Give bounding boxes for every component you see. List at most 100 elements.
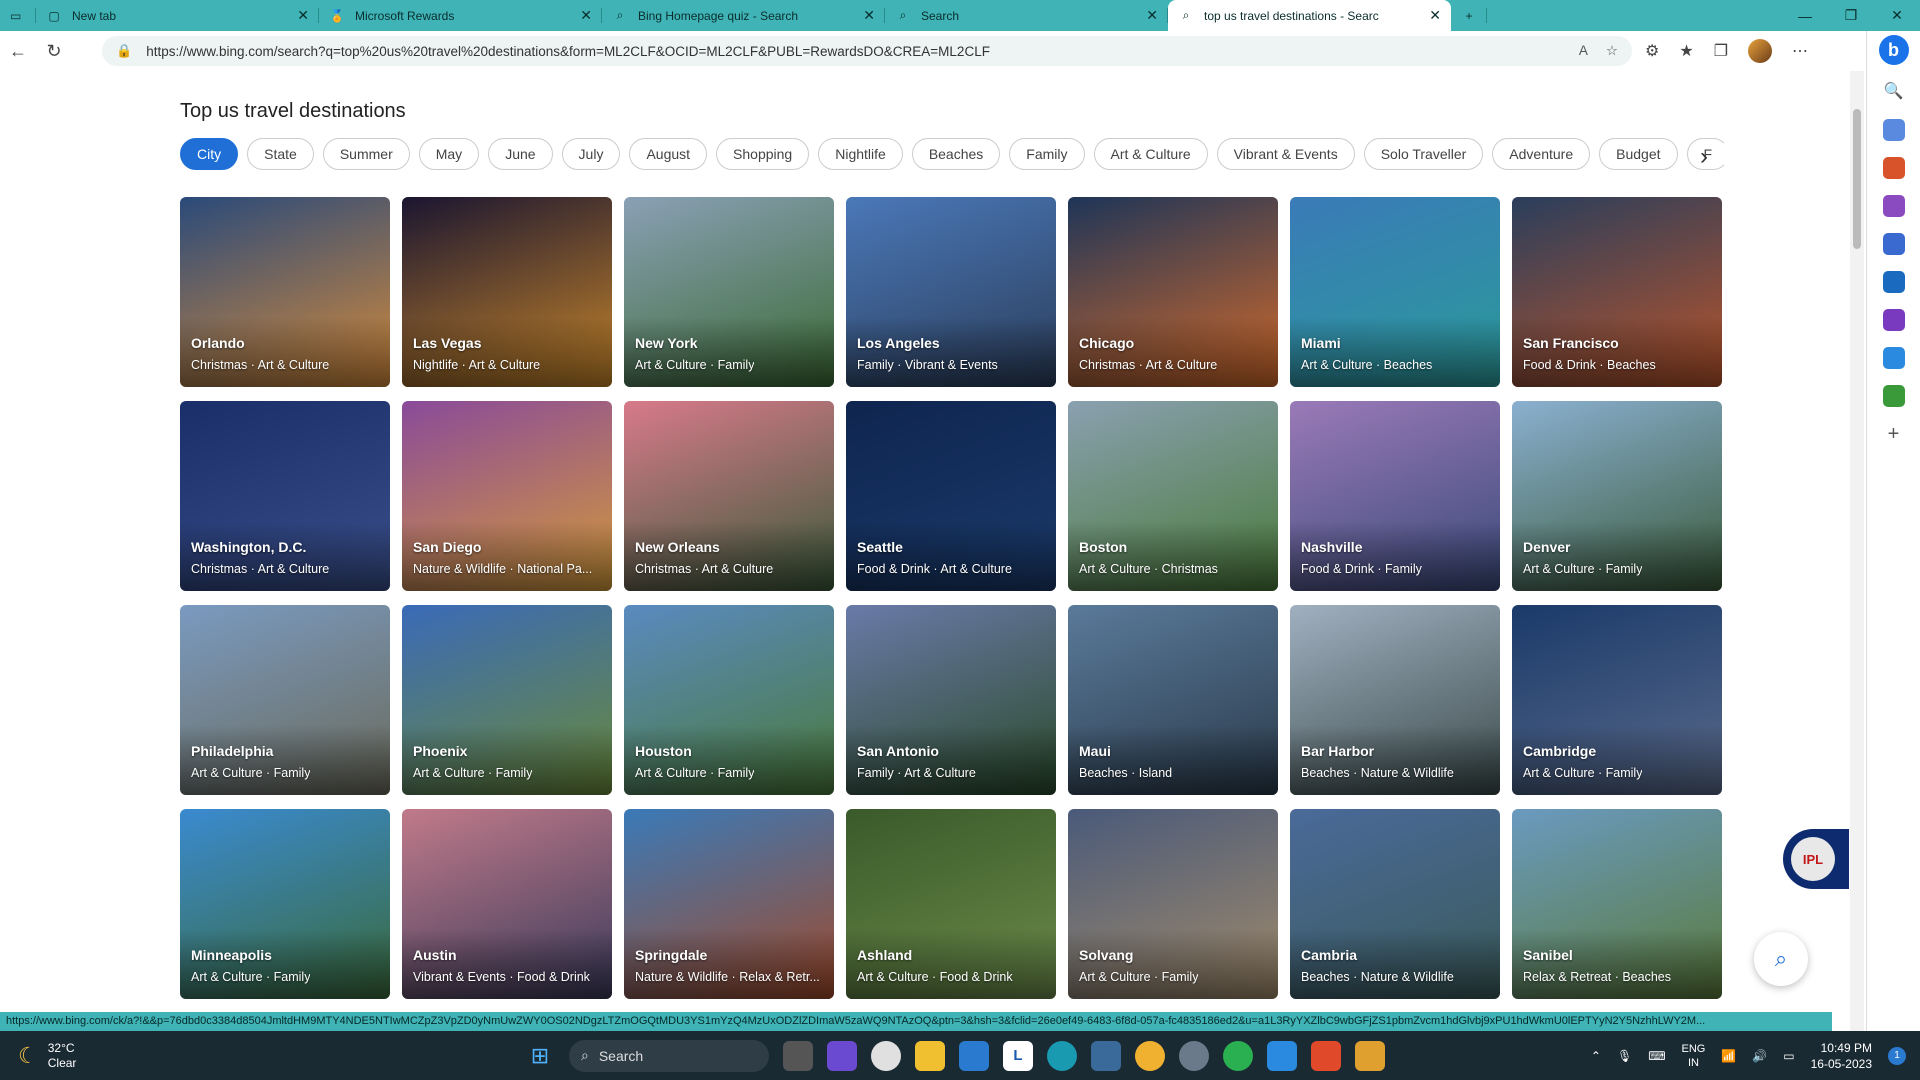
onedrive-icon[interactable] (1267, 1040, 1297, 1071)
clock[interactable]: 10:49 PM 16-05-2023 (1811, 1040, 1872, 1072)
filter-chip[interactable]: Vibrant & Events (1216, 138, 1355, 170)
filter-chip[interactable]: City (180, 138, 239, 170)
destination-card[interactable]: Boston Art & Culture · Christmas (1068, 401, 1278, 591)
avatar[interactable] (1748, 39, 1773, 63)
microsoft365-icon[interactable] (1882, 233, 1905, 255)
scrollbar[interactable] (1850, 71, 1864, 1031)
destination-card[interactable]: Minneapolis Art & Culture · Family (180, 809, 390, 999)
close-icon[interactable]: ✕ (1146, 7, 1158, 24)
destination-card[interactable]: Orlando Christmas · Art & Culture (180, 197, 390, 387)
notification-badge[interactable]: 1 (1888, 1046, 1906, 1065)
destination-card[interactable]: San Francisco Food & Drink · Beaches (1512, 197, 1722, 387)
tab-2[interactable]: 🏅 Microsoft Rewards ✕ (319, 0, 602, 31)
destination-card[interactable]: Ashland Art & Culture · Food & Drink (846, 809, 1056, 999)
filter-chip[interactable]: June (488, 138, 553, 170)
collections-icon[interactable]: ❐ (1714, 41, 1728, 61)
close-icon[interactable]: ✕ (297, 7, 309, 24)
tab-actions-icon[interactable]: ▭ (0, 0, 36, 31)
filter-chip[interactable]: Beaches (911, 138, 1001, 170)
store-icon[interactable] (1355, 1040, 1385, 1071)
close-icon[interactable]: ✕ (1429, 7, 1441, 24)
destination-card[interactable]: Sanibel Relax & Retreat · Beaches (1512, 809, 1722, 999)
destination-card[interactable]: Washington, D.C. Christmas · Art & Cultur… (180, 401, 390, 591)
games-icon[interactable] (1882, 195, 1905, 217)
filter-chip[interactable]: Art & Culture (1093, 138, 1208, 170)
mail-icon[interactable] (959, 1040, 989, 1071)
tree-icon[interactable] (1882, 385, 1905, 407)
add-sidebar-icon[interactable]: + (1888, 423, 1900, 446)
shopping-icon[interactable] (1882, 119, 1905, 141)
battery-icon[interactable]: ▭ (1783, 1049, 1794, 1063)
more-menu-icon[interactable]: ⋯ (1792, 41, 1808, 61)
destination-card[interactable]: Los Angeles Family · Vibrant & Events (846, 197, 1056, 387)
destination-card[interactable]: Cambridge Art & Culture · Family (1512, 605, 1722, 795)
read-aloud-icon[interactable]: A (1579, 43, 1588, 59)
destination-card[interactable]: Cambria Beaches · Nature & Wildlife (1290, 809, 1500, 999)
add-favorite-icon[interactable]: ☆ (1606, 43, 1618, 59)
teams-icon[interactable] (827, 1040, 857, 1071)
tab-5[interactable]: ⌕ top us travel destinations - Searc ✕ (1168, 0, 1451, 31)
filter-chip[interactable]: May (418, 138, 480, 170)
search-icon[interactable]: 🔍 (1882, 81, 1905, 103)
chevron-right-icon[interactable]: › (1700, 143, 1708, 171)
tab-1[interactable]: ▢ New tab ✕ (36, 0, 319, 31)
filter-chip[interactable]: Adventure (1492, 138, 1591, 170)
filter-chip[interactable]: Nightlife (818, 138, 903, 170)
back-button[interactable]: ← (0, 41, 36, 62)
destination-card[interactable]: Miami Art & Culture · Beaches (1290, 197, 1500, 387)
extensions-icon[interactable]: ⚙ (1645, 41, 1659, 61)
weather-app-icon[interactable] (1135, 1040, 1165, 1071)
filter-chip[interactable]: July (561, 138, 621, 170)
close-icon[interactable]: ✕ (580, 7, 592, 24)
scrollbar-thumb[interactable] (1853, 109, 1861, 249)
destination-card[interactable]: Houston Art & Culture · Family (624, 605, 834, 795)
destination-card[interactable]: Solvang Art & Culture · Family (1068, 809, 1278, 999)
destination-card[interactable]: Chicago Christmas · Art & Culture (1068, 197, 1278, 387)
destination-card[interactable]: Maui Beaches · Island (1068, 605, 1278, 795)
tab-3[interactable]: ⌕ Bing Homepage quiz - Search ✕ (602, 0, 885, 31)
task-view-icon[interactable] (783, 1040, 813, 1071)
chevron-up-icon[interactable]: ⌃ (1591, 1049, 1601, 1063)
volume-icon[interactable]: 🔊 (1752, 1049, 1767, 1063)
destination-card[interactable]: Bar Harbor Beaches · Nature & Wildlife (1290, 605, 1500, 795)
designer-icon[interactable] (1882, 309, 1905, 331)
settings-icon[interactable] (1179, 1040, 1209, 1071)
language-indicator[interactable]: ENG IN (1682, 1042, 1706, 1070)
destination-card[interactable]: Austin Vibrant & Events · Food & Drink (402, 809, 612, 999)
destination-card[interactable]: Philadelphia Art & Culture · Family (180, 605, 390, 795)
destination-card[interactable]: Denver Art & Culture · Family (1512, 401, 1722, 591)
tools-icon[interactable] (1882, 157, 1905, 179)
destination-card[interactable]: Nashville Food & Drink · Family (1290, 401, 1500, 591)
filter-chip[interactable]: August (629, 138, 708, 170)
destination-card[interactable]: New York Art & Culture · Family (624, 197, 834, 387)
favorites-icon[interactable]: ★ (1679, 41, 1693, 61)
minimize-button[interactable]: — (1782, 0, 1828, 31)
filter-chip[interactable]: State (247, 138, 314, 170)
send-icon[interactable] (1882, 347, 1905, 369)
floating-search-button[interactable]: ⌕ (1754, 932, 1808, 986)
bing-chat-icon[interactable]: b (1878, 35, 1909, 65)
filter-chip[interactable]: Shopping (716, 138, 810, 170)
keyboard-icon[interactable]: ⌨ (1648, 1049, 1665, 1063)
filter-chip[interactable]: Budget (1599, 138, 1678, 170)
whatsapp-icon[interactable] (1223, 1040, 1253, 1071)
new-tab-button[interactable]: + (1451, 0, 1487, 31)
edge-icon[interactable] (1047, 1040, 1077, 1071)
filter-chip[interactable]: Summer (322, 138, 410, 170)
destination-card[interactable]: San Diego Nature & Wildlife · National Pa… (402, 401, 612, 591)
close-icon[interactable]: ✕ (863, 7, 875, 24)
maximize-button[interactable]: ❐ (1828, 0, 1874, 31)
refresh-button[interactable]: ↻ (36, 41, 72, 62)
destination-card[interactable]: Seattle Food & Drink · Art & Culture (846, 401, 1056, 591)
photos-icon[interactable] (1091, 1040, 1121, 1071)
weather-widget[interactable]: ☾ 32°C Clear (0, 1041, 76, 1071)
destination-card[interactable]: Springdale Nature & Wildlife · Relax & Re… (624, 809, 834, 999)
destination-card[interactable]: Phoenix Art & Culture · Family (402, 605, 612, 795)
url-field[interactable]: 🔒 https://www.bing.com/search?q=top%20us… (102, 36, 1632, 66)
filter-chip[interactable]: Solo Traveller (1363, 138, 1484, 170)
close-window-button[interactable]: ✕ (1874, 0, 1920, 31)
destination-card[interactable]: New Orleans Christmas · Art & Culture (624, 401, 834, 591)
tab-4[interactable]: ⌕ Search ✕ (885, 0, 1168, 31)
chrome-icon[interactable] (871, 1040, 901, 1071)
destination-card[interactable]: Las Vegas Nightlife · Art & Culture (402, 197, 612, 387)
